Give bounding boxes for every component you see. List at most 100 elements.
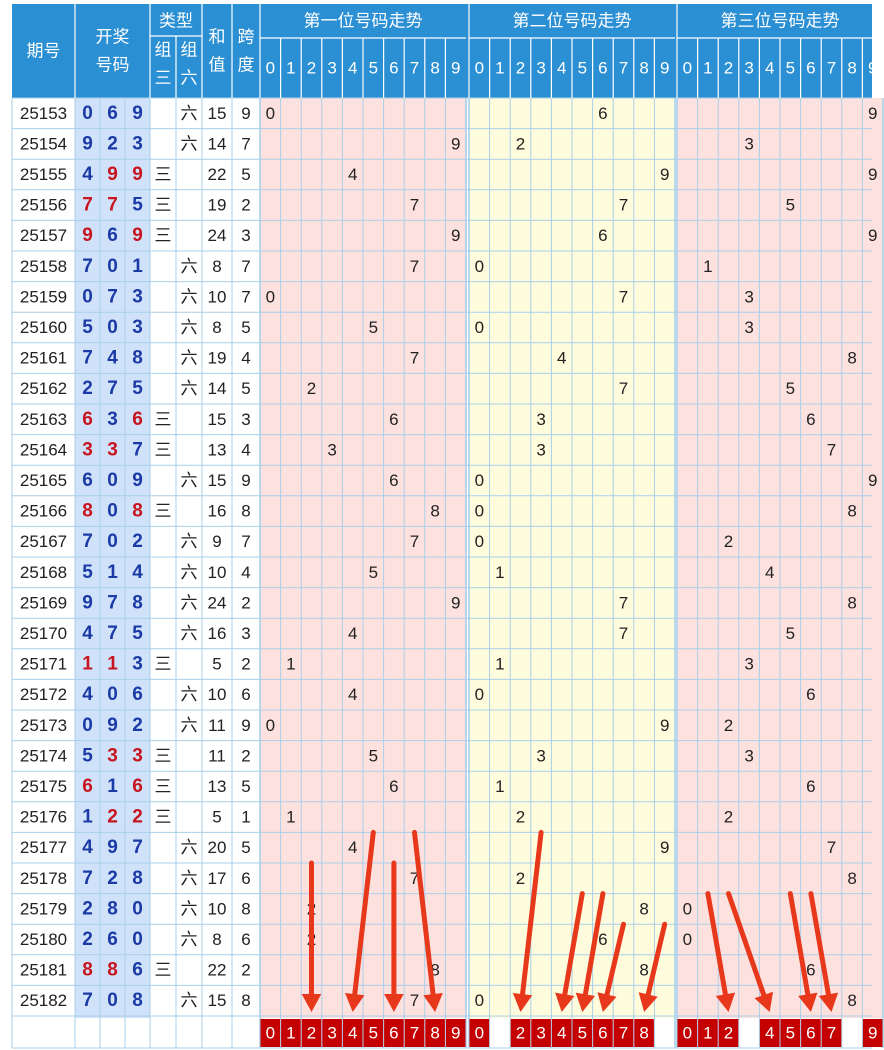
sum-cell: 15 <box>208 991 227 1010</box>
period-cell: 25160 <box>20 318 67 337</box>
span-cell: 2 <box>241 593 250 612</box>
header-sum: 值 <box>209 56 226 75</box>
draw-digit: 0 <box>82 715 93 736</box>
prediction-digit: 5 <box>786 1024 795 1043</box>
header-digit: 5 <box>786 59 795 78</box>
draw-digit: 2 <box>82 378 93 399</box>
period-cell: 25159 <box>20 287 67 306</box>
draw-digit: 7 <box>107 592 118 613</box>
header-digit: 1 <box>286 59 295 78</box>
draw-digit: 7 <box>107 378 118 399</box>
sum-cell: 10 <box>208 685 227 704</box>
trend-digit: 3 <box>536 410 545 429</box>
prediction-digit: 7 <box>619 1024 628 1043</box>
sum-cell: 10 <box>208 899 227 918</box>
type-cell: 六 <box>181 991 198 1010</box>
draw-digit: 3 <box>132 654 143 675</box>
type-cell: 六 <box>181 563 198 582</box>
type-cell: 三 <box>155 165 172 184</box>
span-cell: 1 <box>241 808 250 827</box>
header-digit: 7 <box>827 59 836 78</box>
draw-digit: 8 <box>82 960 93 981</box>
draw-digit: 0 <box>107 990 118 1011</box>
period-cell: 25158 <box>20 257 67 276</box>
draw-digit: 5 <box>132 623 143 644</box>
draw-digit: 6 <box>132 960 143 981</box>
header-digit: 5 <box>369 59 378 78</box>
trend-digit: 8 <box>847 349 856 368</box>
draw-digit: 3 <box>107 439 118 460</box>
prediction-digit: 6 <box>389 1024 398 1043</box>
lottery-trend-chart: 期号开奖号码类型组三组六和值跨度第一位号码走势0 1 2 3 4 5 6 7 8 9第二位号码走势… <box>11 4 884 1049</box>
draw-digit: 9 <box>132 103 143 124</box>
draw-digit: 6 <box>132 776 143 797</box>
type-cell: 六 <box>181 287 198 306</box>
draw-digit: 5 <box>132 195 143 216</box>
header-digit: 4 <box>765 59 774 78</box>
header-position-3: 第三位号码走势 <box>721 12 840 31</box>
sum-cell: 11 <box>208 746 226 765</box>
period-cell: 25178 <box>20 869 67 888</box>
sum-cell: 16 <box>208 624 227 643</box>
trend-digit: 6 <box>598 226 607 245</box>
draw-digit: 2 <box>107 133 118 154</box>
type-cell: 三 <box>155 808 172 827</box>
type-cell: 三 <box>155 777 172 796</box>
span-cell: 3 <box>241 624 250 643</box>
trend-digit: 8 <box>847 991 856 1010</box>
draw-digit: 2 <box>132 531 143 552</box>
header-digit: 6 <box>389 59 398 78</box>
sum-cell: 15 <box>208 471 227 490</box>
span-cell: 6 <box>241 869 250 888</box>
sum-cell: 17 <box>208 869 227 888</box>
period-cell: 25181 <box>20 961 67 980</box>
sum-cell: 8 <box>212 930 221 949</box>
trend-digit: 8 <box>639 899 648 918</box>
header-type-group6: 六 <box>181 69 198 88</box>
draw-digit: 0 <box>107 317 118 338</box>
draw-digit: 2 <box>107 807 118 828</box>
trend-digit: 0 <box>475 685 484 704</box>
trend-digit: 0 <box>266 287 275 306</box>
trend-digit: 7 <box>410 257 419 276</box>
draw-digit: 6 <box>107 103 118 124</box>
draw-digit: 0 <box>82 103 93 124</box>
span-cell: 7 <box>241 532 250 551</box>
trend-digit: 6 <box>389 777 398 796</box>
type-cell: 三 <box>155 440 172 459</box>
draw-digit: 3 <box>132 133 143 154</box>
sum-cell: 9 <box>212 532 221 551</box>
trend-digit: 5 <box>369 563 378 582</box>
trend-digit: 2 <box>516 869 525 888</box>
span-cell: 9 <box>241 104 250 123</box>
draw-digit: 4 <box>82 837 93 858</box>
trend-digit: 1 <box>286 655 295 674</box>
draw-digit: 3 <box>132 317 143 338</box>
trend-digit: 8 <box>847 869 856 888</box>
trend-digit: 6 <box>389 471 398 490</box>
trend-digit: 6 <box>598 104 607 123</box>
type-cell: 六 <box>181 716 198 735</box>
sum-cell: 24 <box>208 226 227 245</box>
draw-digit: 4 <box>132 562 143 583</box>
trend-digit: 6 <box>806 961 815 980</box>
trend-digit: 7 <box>827 838 836 857</box>
draw-digit: 2 <box>82 929 93 950</box>
draw-digit: 0 <box>132 929 143 950</box>
type-cell: 六 <box>181 318 198 337</box>
prediction-digit: 2 <box>516 1024 525 1043</box>
prediction-digit: 8 <box>430 1024 439 1043</box>
header-digit: 2 <box>516 59 525 78</box>
draw-digit: 0 <box>107 256 118 277</box>
type-cell: 六 <box>181 869 198 888</box>
header-digit: 3 <box>536 59 545 78</box>
trend-digit: 3 <box>536 746 545 765</box>
trend-digit: 4 <box>348 685 357 704</box>
period-cell: 25156 <box>20 196 67 215</box>
span-cell: 9 <box>241 716 250 735</box>
trend-digit: 2 <box>724 532 733 551</box>
period-cell: 25153 <box>20 104 67 123</box>
draw-digit: 2 <box>132 807 143 828</box>
type-cell: 三 <box>155 226 172 245</box>
prediction-digit: 7 <box>827 1024 836 1043</box>
